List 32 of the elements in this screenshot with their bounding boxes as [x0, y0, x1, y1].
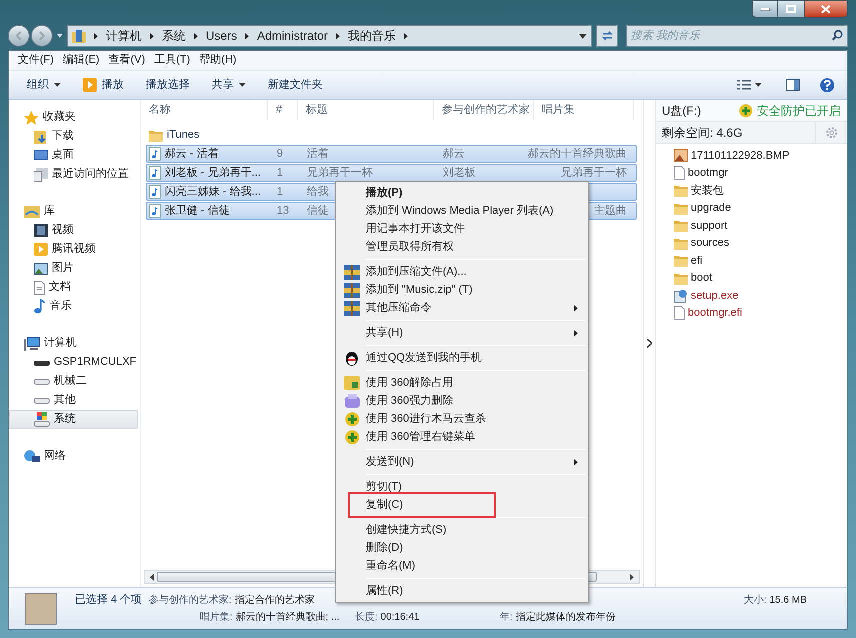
status-label: 年: [500, 610, 513, 624]
status-label: 唱片集: [200, 610, 233, 624]
table-cell-text: 9 [277, 146, 284, 162]
table-cell-text: 活着 [307, 146, 329, 162]
status-label: 长度: [355, 610, 378, 624]
table-cell-text: 给我 [307, 184, 329, 200]
file-name: 闪亮三姊妹 - 给我... [165, 184, 261, 200]
status-label: 大小: [744, 594, 767, 608]
table-cell-text: 郝云的十首经典歌曲 [528, 146, 627, 162]
file-name: iTunes [167, 128, 200, 143]
file-name: 刘老板 - 兄弟再干... [165, 166, 261, 181]
table-cell-text: 1 [277, 184, 284, 200]
table-cell-text: 主题曲 [594, 204, 627, 219]
table-cell-text: 郝云 [443, 146, 465, 162]
table-cell-text: 13 [277, 204, 290, 219]
status-value: 郝云的十首经典歌曲; ... [236, 610, 340, 624]
selection-count: 已选择 4 个项 [75, 592, 144, 608]
drive-title: U盘(F:) [662, 102, 702, 120]
file-name: 郝云 - 活着 [165, 146, 219, 162]
table-cell-text: 兄弟再干一杯 [307, 166, 373, 181]
free-space: 剩余空间: 4.6G [662, 124, 743, 142]
protection-status: 安全防护已开启 [757, 102, 841, 120]
status-value: 00:16:41 [380, 610, 420, 624]
table-cell-text: 兄弟再干一杯 [561, 166, 627, 181]
status-value: 指定此媒体的发布年份 [516, 610, 616, 624]
table-cell-text: 信徒 [307, 204, 329, 219]
status-value: 15.6 MB [770, 594, 807, 608]
table-cell-text: 刘老板 [443, 166, 476, 181]
table-cell-text: 1 [277, 166, 284, 181]
status-label: 参与创作的艺术家: [149, 594, 232, 608]
file-name: 张卫健 - 信徒 [165, 204, 230, 219]
status-value: 指定合作的艺术家 [234, 594, 315, 608]
